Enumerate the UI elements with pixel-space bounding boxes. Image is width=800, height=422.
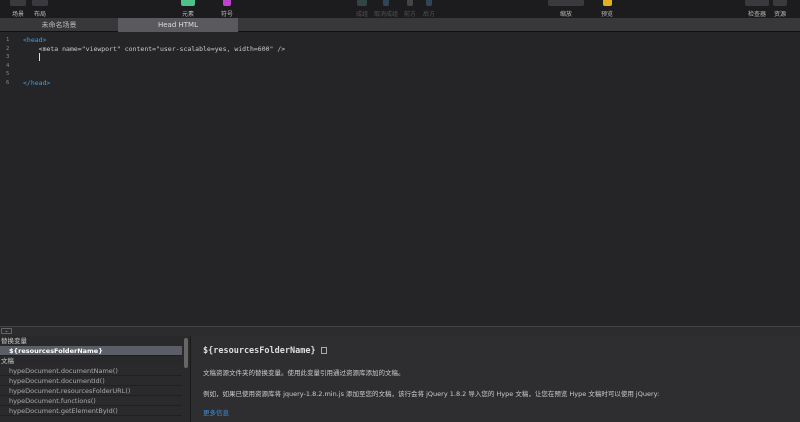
code-line: 3 xyxy=(0,53,800,62)
layout-icon xyxy=(32,0,48,6)
group-header: 替换变量 xyxy=(0,336,190,346)
elements-icon xyxy=(181,0,195,6)
group-icon xyxy=(357,0,367,6)
scenes-button[interactable]: 场景 xyxy=(8,0,28,18)
more-info-link[interactable]: 更多信息 xyxy=(203,407,229,417)
resources-icon xyxy=(773,0,787,6)
layout-button[interactable]: 布局 xyxy=(30,0,50,18)
panel-divider[interactable]: ⌄ xyxy=(0,326,800,336)
tab-head-html[interactable]: Head HTML xyxy=(118,18,238,32)
list-item[interactable]: hypeDocument.getElementById() xyxy=(0,406,182,416)
inspector-button[interactable]: 检查器 xyxy=(744,0,770,18)
bring-forward-button[interactable]: 前方 xyxy=(402,0,418,18)
tab-bar: 未命名场景 Head HTML xyxy=(0,18,800,32)
code-line: 1 <head> xyxy=(6,36,47,44)
group-header: 文稿 xyxy=(0,356,190,366)
group-button[interactable]: 成组 xyxy=(352,0,372,18)
symbols-button[interactable]: 符号 xyxy=(217,0,237,18)
zoom-icon xyxy=(548,0,584,6)
list-item[interactable]: ${resourcesFolderName} xyxy=(0,346,182,356)
inspector-icon xyxy=(745,0,769,6)
preview-button[interactable]: 预览 xyxy=(597,0,617,18)
code-line: 4 xyxy=(6,62,10,69)
list-item[interactable]: hypeDocument.resourcesFolderURL() xyxy=(0,386,182,396)
scrollbar[interactable] xyxy=(184,338,188,368)
tab-scene[interactable]: 未命名场景 xyxy=(0,18,118,32)
text-cursor xyxy=(38,53,40,62)
symbols-icon xyxy=(223,0,231,6)
detail-title: ${resourcesFolderName} xyxy=(203,346,327,356)
detail-panel: ${resourcesFolderName} 文稿资源文件夹的替换变量。使用此变… xyxy=(190,336,800,422)
list-item[interactable]: hypeDocument.documentId() xyxy=(0,376,182,386)
reference-list: 替换变量 ${resourcesFolderName} 文稿 hypeDocum… xyxy=(0,336,190,422)
preview-icon xyxy=(602,0,612,6)
code-editor[interactable]: 1 <head> 2 <meta name="viewport" content=… xyxy=(0,32,800,326)
elements-button[interactable]: 元素 xyxy=(178,0,198,18)
ungroup-icon xyxy=(383,0,389,6)
chevron-down-icon[interactable]: ⌄ xyxy=(1,328,12,334)
code-line: 6 </head> xyxy=(6,78,51,87)
ungroup-button[interactable]: 取消成组 xyxy=(372,0,400,18)
copy-icon[interactable] xyxy=(320,347,327,354)
toolbar: 场景 布局 元素 符号 成组 取消成组 前方 后方 缩放 预览 检查器 资源 xyxy=(0,0,800,18)
bring-forward-icon xyxy=(407,0,413,6)
code-line: 5 xyxy=(6,71,10,78)
zoom-control[interactable]: 缩放 xyxy=(548,0,584,18)
send-backward-icon xyxy=(426,0,432,6)
description: 文稿资源文件夹的替换变量。使用此变量引用通过资源库添加的文稿。 xyxy=(203,369,405,377)
resources-button[interactable]: 资源 xyxy=(770,0,790,18)
example-text: 例如，如果已使用资源库将 jquery-1.8.2.min.js 添加至您的文稿… xyxy=(203,390,660,398)
code-line: 2 <meta name="viewport" content="user-sc… xyxy=(6,44,286,53)
scenes-icon xyxy=(10,0,26,6)
list-item[interactable]: hypeDocument.functions() xyxy=(0,396,182,406)
send-backward-button[interactable]: 后方 xyxy=(420,0,438,18)
list-item[interactable]: hypeDocument.documentName() xyxy=(0,366,182,376)
